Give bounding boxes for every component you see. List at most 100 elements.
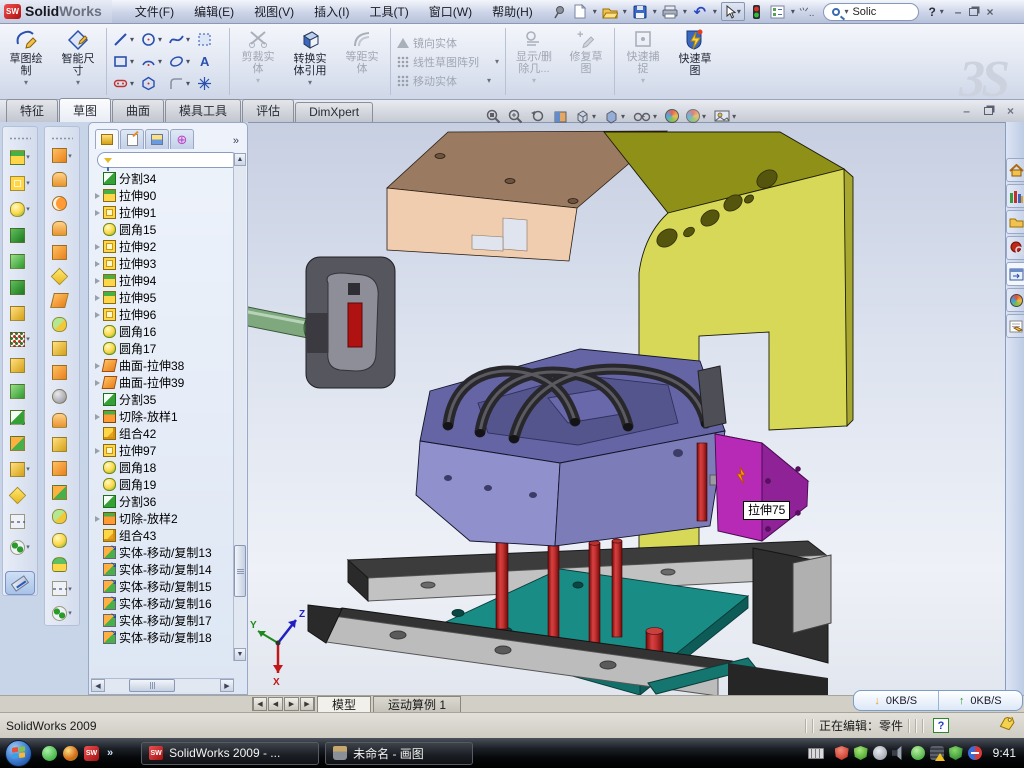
toolbar-button[interactable]: ▾ — [45, 360, 79, 384]
file-explorer-tab[interactable] — [1006, 210, 1024, 234]
sketch-fillet-tool[interactable]: ▾ — [169, 73, 195, 95]
command-tab[interactable]: 特征 — [6, 99, 58, 122]
next-tab-button[interactable]: ▶ — [284, 697, 299, 711]
tree-filter-input[interactable] — [97, 152, 239, 168]
red-pin-behind[interactable] — [697, 443, 707, 521]
trim-entities-button[interactable]: 剪裁实 体 ▾ — [232, 24, 284, 99]
command-tab[interactable]: 草图 — [59, 98, 111, 122]
caret-icon[interactable]: ▾ — [24, 78, 28, 87]
scene-button[interactable]: ▾ — [686, 109, 707, 123]
download-manager-icon[interactable] — [968, 746, 982, 760]
quicklaunch-app-icon[interactable] — [63, 746, 78, 761]
toolbar-button[interactable]: ▾ — [3, 378, 37, 404]
tree-vertical-scrollbar[interactable]: ▲ ▼ — [233, 153, 246, 661]
view-palette-tab[interactable] — [1006, 262, 1024, 286]
feature-tree-item[interactable]: 拉伸96 — [93, 306, 247, 323]
caret-icon[interactable]: ▾ — [68, 152, 72, 160]
caret-icon[interactable]: ▾ — [713, 7, 717, 16]
expand-arrow-icon[interactable] — [95, 414, 100, 420]
motion-study-tab[interactable]: 运动算例 1 — [373, 696, 461, 712]
toolbar-button[interactable]: ▾ — [3, 326, 37, 352]
caret-icon[interactable]: ▾ — [593, 7, 597, 16]
command-tab[interactable]: 模具工具 — [165, 99, 241, 122]
linear-pattern-button[interactable]: 线性草图阵列▾ — [397, 54, 499, 70]
convert-entities-button[interactable]: 转换实 体引用 ▾ — [284, 24, 336, 99]
toolbar-button[interactable]: ▾ — [45, 577, 79, 601]
feature-tree-item[interactable]: 拉伸92 — [93, 238, 247, 255]
rectangle-tool[interactable]: ▾ — [113, 51, 139, 73]
expand-arrow-icon[interactable] — [95, 244, 100, 250]
update-icon[interactable] — [873, 746, 887, 760]
feature-tree-item[interactable]: 实体-移动/复制14 — [93, 561, 247, 578]
close-button[interactable]: × — [986, 5, 993, 19]
print-icon[interactable] — [661, 3, 679, 21]
property-manager-tab[interactable] — [120, 129, 144, 149]
smart-dimension-button[interactable]: 智能尺 寸 ▾ — [52, 24, 104, 99]
feature-tree-item[interactable]: 拉伸95 — [93, 289, 247, 306]
dimxpert-manager-tab[interactable]: ⊕ — [170, 129, 194, 149]
messenger-tray-icon[interactable] — [911, 746, 925, 760]
expand-arrow-icon[interactable] — [95, 380, 100, 386]
feature-tree-item[interactable]: 曲面-拉伸39 — [93, 374, 247, 391]
arc-tool[interactable]: ▾ — [141, 51, 167, 73]
more-tabs-chevron[interactable]: » — [229, 135, 243, 149]
model-tab[interactable]: 模型 — [317, 696, 371, 712]
rebuild-icon[interactable] — [748, 3, 766, 21]
toolbar-button[interactable]: ▾ — [45, 408, 79, 432]
graphics-viewport[interactable]: Y Z X 拉伸75 — [248, 122, 1005, 695]
undo-icon[interactable]: ↶ — [691, 3, 709, 21]
doc-minimize-button[interactable]: – — [963, 104, 970, 118]
scroll-thumb[interactable] — [129, 679, 175, 692]
feature-tree-item[interactable]: 实体-移动/复制17 — [93, 612, 247, 629]
repair-sketch-button[interactable]: + 修复草 图 — [560, 24, 612, 99]
feature-tree-item[interactable]: 实体-移动/复制16 — [93, 595, 247, 612]
feature-tree-item[interactable]: 圆角17 — [93, 340, 247, 357]
expand-arrow-icon[interactable] — [95, 210, 100, 216]
slot-tool[interactable]: ▾ — [113, 73, 139, 95]
expand-arrow-icon[interactable] — [95, 278, 100, 284]
input-method-icon[interactable] — [808, 748, 824, 759]
toolbar-button[interactable]: ▾ — [3, 430, 37, 456]
toolbar-button[interactable]: ▾ — [45, 216, 79, 240]
security-alert-icon[interactable] — [835, 746, 849, 760]
caret-icon[interactable]: ▾ — [26, 335, 30, 343]
toolbar-button[interactable]: ▾ — [3, 196, 37, 222]
feature-tree-item[interactable]: 分割35 — [93, 391, 247, 408]
feature-tree-item[interactable]: 拉伸90 — [93, 187, 247, 204]
display-delete-relations-button[interactable]: 显示/删 除几... ▾ — [508, 24, 560, 99]
toolbar-button[interactable]: ▾ — [45, 288, 79, 312]
feature-tree-item[interactable]: 曲面-拉伸38 — [93, 357, 247, 374]
caret-icon[interactable]: ▾ — [940, 7, 944, 16]
feature-tree-item[interactable]: 分割36 — [93, 493, 247, 510]
polygon-tool[interactable] — [141, 73, 167, 95]
doc-restore-button[interactable] — [984, 107, 993, 115]
custom-properties-tab[interactable] — [1006, 314, 1024, 338]
toolbar-button[interactable]: ▾ — [45, 240, 79, 264]
quick-snaps-button[interactable]: 快速捕 捉 ▾ — [617, 24, 669, 99]
caret-icon[interactable]: ▾ — [26, 153, 30, 161]
toolbar-button[interactable]: ▾ — [45, 336, 79, 360]
start-button[interactable] — [5, 740, 32, 767]
toolbar-button[interactable]: ▾ — [45, 144, 79, 168]
search-tab[interactable] — [1006, 236, 1024, 260]
move-entities-button[interactable]: 移动实体▾ — [397, 73, 499, 89]
select-tool-button[interactable]: ▾ — [721, 2, 745, 21]
menu-item[interactable]: 窗口(W) — [420, 0, 481, 23]
feature-tree-item[interactable]: 拉伸94 — [93, 272, 247, 289]
design-library-tab[interactable] — [1006, 184, 1024, 208]
feature-tree-item[interactable]: 拉伸91 — [93, 204, 247, 221]
messenger-icon[interactable] — [42, 746, 57, 761]
display-style-button[interactable]: ▾ — [604, 109, 626, 124]
toolbar-button[interactable]: ▾ — [3, 404, 37, 430]
spline-tool[interactable]: ▾ — [169, 29, 195, 51]
scroll-up-button[interactable]: ▲ — [234, 153, 246, 166]
toolbar-button[interactable]: ▾ — [45, 168, 79, 192]
quick-tips-help-button[interactable]: ? — [933, 718, 949, 733]
options-icon[interactable] — [769, 3, 787, 21]
expand-arrow-icon[interactable] — [95, 363, 100, 369]
toolbar-button[interactable]: ▾ — [45, 312, 79, 336]
toolbar-button[interactable]: ▾ — [3, 248, 37, 274]
feature-tree-item[interactable]: 实体-移动/复制15 — [93, 578, 247, 595]
feature-tree-item[interactable]: 切除-放样1 — [93, 408, 247, 425]
toolbar-button[interactable]: ▾ — [45, 192, 79, 216]
